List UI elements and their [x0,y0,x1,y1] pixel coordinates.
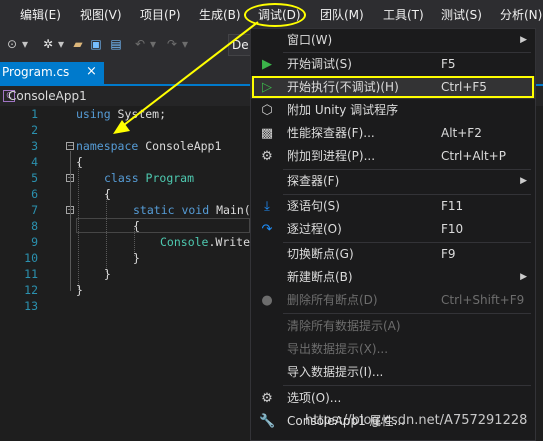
watermark: https://blog.csdn.net/A757291228 [305,413,528,428]
annotation-arrow [113,21,259,134]
arrow-line [119,21,259,129]
